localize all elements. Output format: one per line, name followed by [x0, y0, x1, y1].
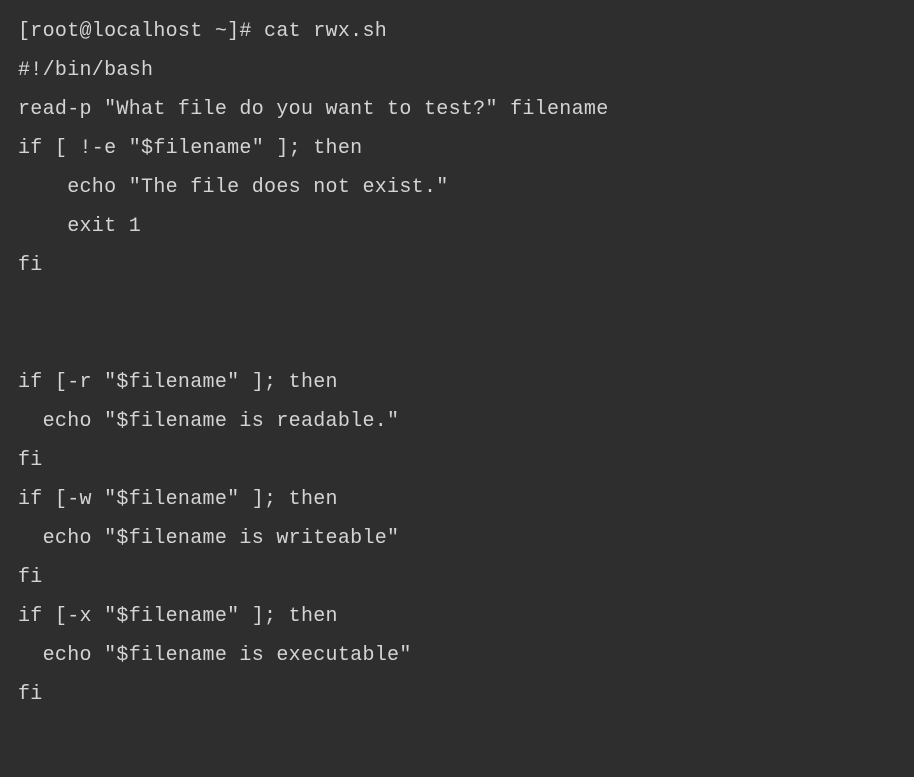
- script-line: if [ !-e "$filename" ]; then: [18, 129, 896, 168]
- script-line: if [-r "$filename" ]; then: [18, 363, 896, 402]
- command-text: cat rwx.sh: [264, 20, 387, 43]
- script-line: fi: [18, 675, 896, 714]
- script-blank-line: [18, 324, 896, 363]
- script-line: echo "$filename is writeable": [18, 519, 896, 558]
- script-line: exit 1: [18, 207, 896, 246]
- script-line: read-p "What file do you want to test?" …: [18, 90, 896, 129]
- script-line: if [-x "$filename" ]; then: [18, 597, 896, 636]
- script-line: #!/bin/bash: [18, 51, 896, 90]
- script-line: fi: [18, 441, 896, 480]
- script-line: echo "$filename is readable.": [18, 402, 896, 441]
- script-line: fi: [18, 246, 896, 285]
- script-line: echo "$filename is executable": [18, 636, 896, 675]
- command-line: [root@localhost ~]# cat rwx.sh: [18, 12, 896, 51]
- script-line: if [-w "$filename" ]; then: [18, 480, 896, 519]
- shell-prompt: [root@localhost ~]#: [18, 20, 264, 43]
- script-line: fi: [18, 558, 896, 597]
- script-line: echo "The file does not exist.": [18, 168, 896, 207]
- script-blank-line: [18, 285, 896, 324]
- terminal-output: [root@localhost ~]# cat rwx.sh #!/bin/ba…: [18, 12, 896, 714]
